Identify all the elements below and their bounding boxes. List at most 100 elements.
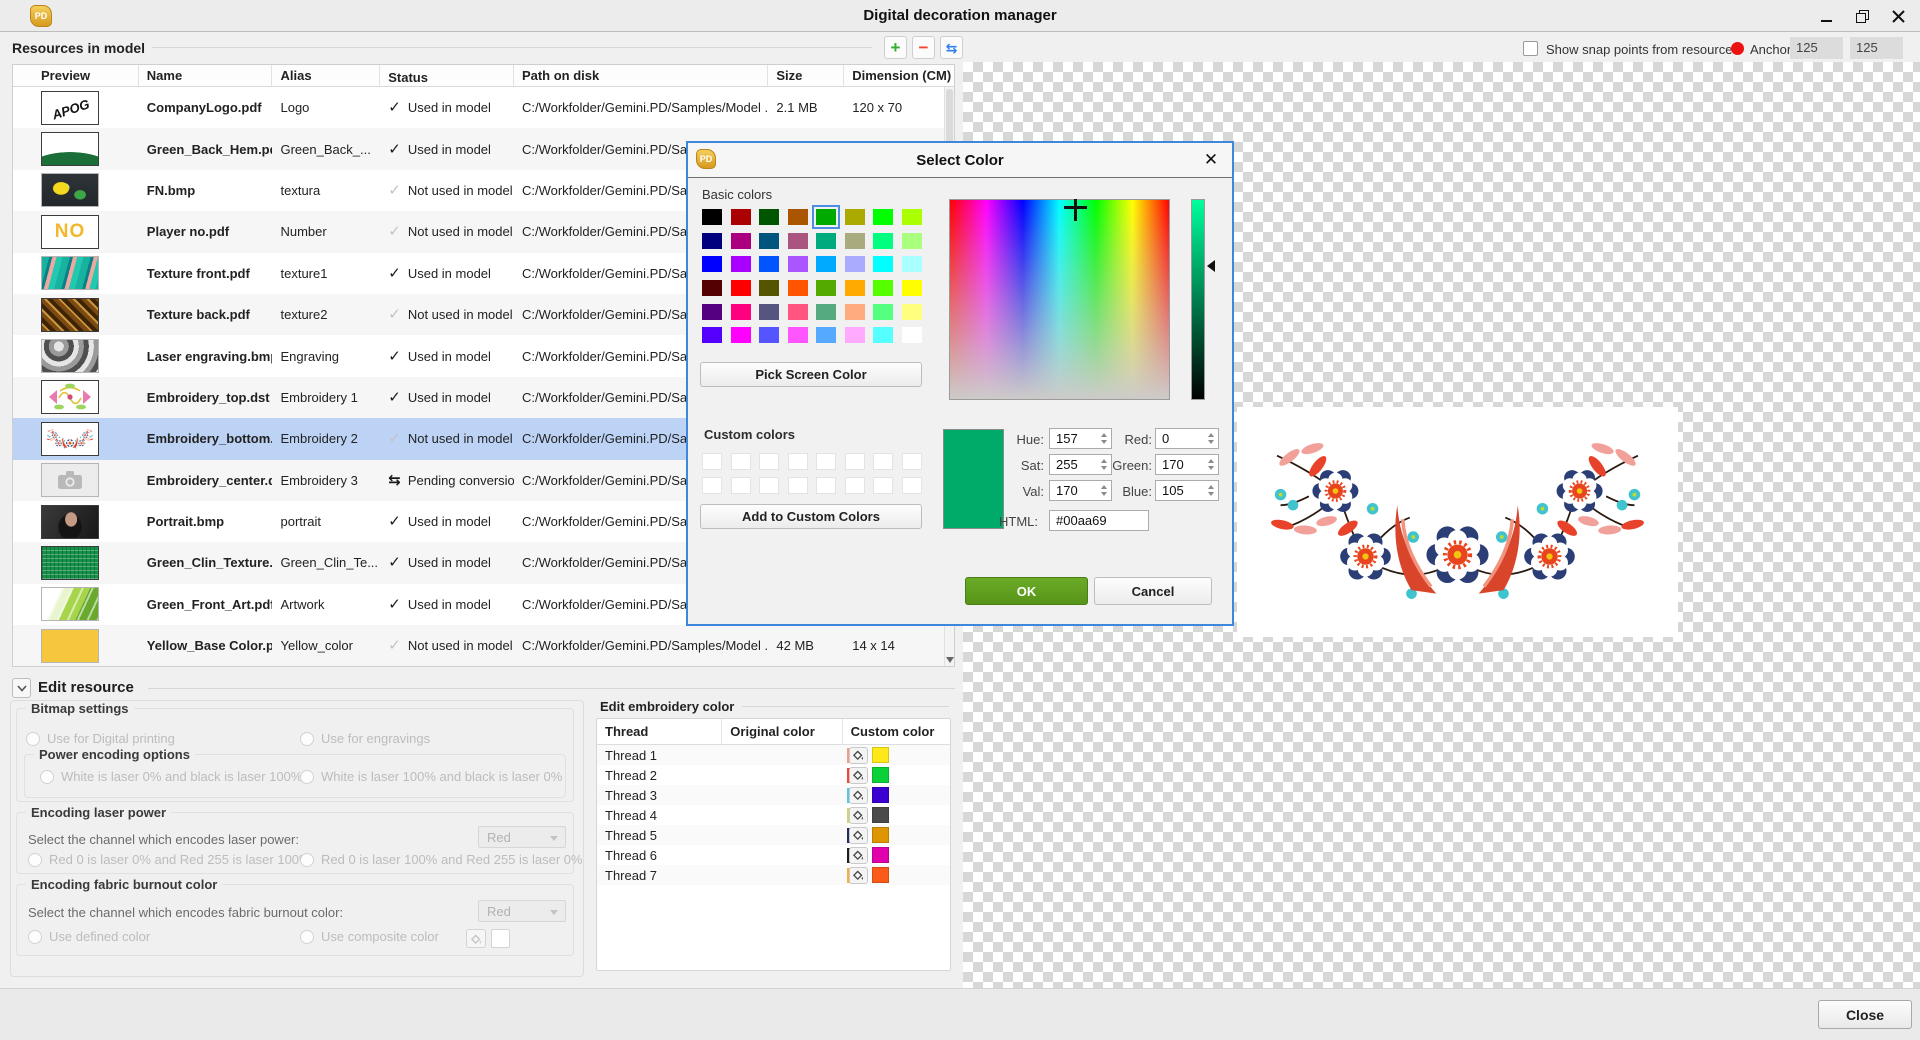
blue-field[interactable]: 105: [1155, 480, 1219, 501]
thread-row[interactable]: Thread 7: [597, 865, 950, 885]
basic-color-swatch[interactable]: [759, 304, 779, 320]
hue-saturation-field[interactable]: [949, 199, 1170, 400]
restore-icon[interactable]: [1852, 6, 1872, 26]
value-slider-handle[interactable]: [1207, 260, 1215, 272]
col-name[interactable]: Name: [139, 65, 273, 86]
basic-color-swatch[interactable]: [902, 304, 922, 320]
basic-color-swatch[interactable]: [731, 304, 751, 320]
basic-color-swatch[interactable]: [759, 327, 779, 343]
table-row[interactable]: APOGCompanyLogo.pdfLogo✓Used in modelC:/…: [13, 87, 954, 128]
custom-color-swatch[interactable]: [702, 477, 722, 494]
basic-color-swatch[interactable]: [845, 256, 865, 272]
custom-color-swatch[interactable]: [873, 477, 893, 494]
basic-color-swatch[interactable]: [902, 256, 922, 272]
radio-white-0-black-100[interactable]: White is laser 0% and black is laser 100…: [40, 769, 302, 784]
col-size[interactable]: Size: [768, 65, 844, 86]
anchor-x-field[interactable]: 125: [1790, 37, 1843, 59]
basic-color-swatch[interactable]: [759, 280, 779, 296]
custom-color-swatch[interactable]: [788, 453, 808, 470]
basic-color-swatch[interactable]: [731, 256, 751, 272]
basic-color-swatch[interactable]: [731, 327, 751, 343]
basic-color-swatch[interactable]: [902, 233, 922, 249]
basic-color-swatch[interactable]: [816, 209, 836, 225]
col-status[interactable]: Status: [380, 65, 514, 86]
custom-color-swatch[interactable]: [731, 453, 751, 470]
basic-color-swatch[interactable]: [816, 327, 836, 343]
green-field[interactable]: 170: [1155, 454, 1219, 475]
basic-color-swatch[interactable]: [788, 327, 808, 343]
color-crosshair[interactable]: [1074, 199, 1077, 221]
radio-use-defined-color[interactable]: Use defined color: [28, 929, 150, 944]
basic-color-swatch[interactable]: [702, 233, 722, 249]
basic-color-swatch[interactable]: [702, 280, 722, 296]
thread-row[interactable]: Thread 3: [597, 785, 950, 805]
basic-color-swatch[interactable]: [731, 233, 751, 249]
thread-row[interactable]: Thread 5: [597, 825, 950, 845]
show-snap-points-checkbox[interactable]: [1523, 41, 1538, 56]
thread-color-picker-button[interactable]: [849, 807, 868, 824]
col-dimension[interactable]: Dimension (CM): [844, 65, 954, 86]
basic-color-swatch[interactable]: [845, 233, 865, 249]
basic-color-swatch[interactable]: [731, 209, 751, 225]
basic-color-swatch[interactable]: [788, 280, 808, 296]
basic-color-swatch[interactable]: [702, 304, 722, 320]
close-button[interactable]: Close: [1818, 1000, 1912, 1029]
cancel-button[interactable]: Cancel: [1094, 577, 1212, 605]
custom-color-swatch[interactable]: [902, 453, 922, 470]
thread-row[interactable]: Thread 4: [597, 805, 950, 825]
custom-color-swatch[interactable]: [872, 787, 889, 803]
radio-red0-laser0[interactable]: Red 0 is laser 0% and Red 255 is laser 1…: [28, 852, 311, 867]
thread-row[interactable]: Thread 1: [597, 745, 950, 765]
basic-color-swatch[interactable]: [702, 209, 722, 225]
dialog-titlebar[interactable]: PD Select Color ✕: [688, 143, 1232, 178]
custom-color-swatch[interactable]: [902, 477, 922, 494]
thread-color-picker-button[interactable]: [849, 787, 868, 804]
thread-color-picker-button[interactable]: [849, 867, 868, 884]
custom-color-swatch[interactable]: [872, 827, 889, 843]
basic-color-swatch[interactable]: [845, 327, 865, 343]
thread-color-picker-button[interactable]: [849, 747, 868, 764]
html-field[interactable]: #00aa69: [1049, 510, 1149, 531]
basic-color-swatch[interactable]: [759, 233, 779, 249]
scroll-down-icon[interactable]: [946, 657, 954, 663]
add-custom-colors-button[interactable]: Add to Custom Colors: [700, 504, 922, 529]
basic-color-swatch[interactable]: [873, 209, 893, 225]
custom-color-swatch[interactable]: [731, 477, 751, 494]
basic-color-swatch[interactable]: [873, 256, 893, 272]
custom-color-swatch[interactable]: [872, 807, 889, 823]
laser-channel-select[interactable]: Red: [478, 826, 566, 848]
radio-use-digital-printing[interactable]: Use for Digital printing: [26, 731, 175, 746]
basic-color-swatch[interactable]: [816, 304, 836, 320]
thread-color-picker-button[interactable]: [849, 847, 868, 864]
custom-color-swatch[interactable]: [845, 453, 865, 470]
custom-color-swatch[interactable]: [788, 477, 808, 494]
custom-color-swatch[interactable]: [872, 867, 889, 883]
value-slider[interactable]: [1191, 199, 1205, 400]
basic-color-swatch[interactable]: [873, 304, 893, 320]
custom-color-swatch[interactable]: [872, 847, 889, 863]
add-resource-button[interactable]: +: [884, 36, 907, 59]
basic-color-swatch[interactable]: [788, 256, 808, 272]
col-preview[interactable]: Preview: [13, 65, 139, 86]
custom-color-swatch[interactable]: [845, 477, 865, 494]
basic-color-swatch[interactable]: [902, 280, 922, 296]
basic-color-swatch[interactable]: [702, 256, 722, 272]
basic-color-swatch[interactable]: [902, 209, 922, 225]
custom-color-swatch[interactable]: [816, 477, 836, 494]
anchor-y-field[interactable]: 125: [1850, 37, 1903, 59]
close-window-icon[interactable]: [1888, 6, 1908, 26]
basic-color-swatch[interactable]: [873, 280, 893, 296]
convert-resource-button[interactable]: ⇆: [940, 36, 963, 59]
radio-use-composite-color[interactable]: Use composite color: [300, 929, 439, 944]
edit-resource-collapse-button[interactable]: [12, 678, 31, 698]
basic-color-swatch[interactable]: [845, 209, 865, 225]
burnout-color-swatch[interactable]: [491, 929, 510, 948]
basic-color-swatch[interactable]: [759, 256, 779, 272]
ok-button[interactable]: OK: [965, 577, 1088, 605]
remove-resource-button[interactable]: −: [912, 36, 935, 59]
red-field[interactable]: 0: [1155, 428, 1219, 449]
custom-color-swatch[interactable]: [816, 453, 836, 470]
burnout-channel-select[interactable]: Red: [478, 900, 566, 922]
embroidery-design[interactable]: [1237, 407, 1678, 637]
col-path[interactable]: Path on disk: [514, 65, 768, 86]
